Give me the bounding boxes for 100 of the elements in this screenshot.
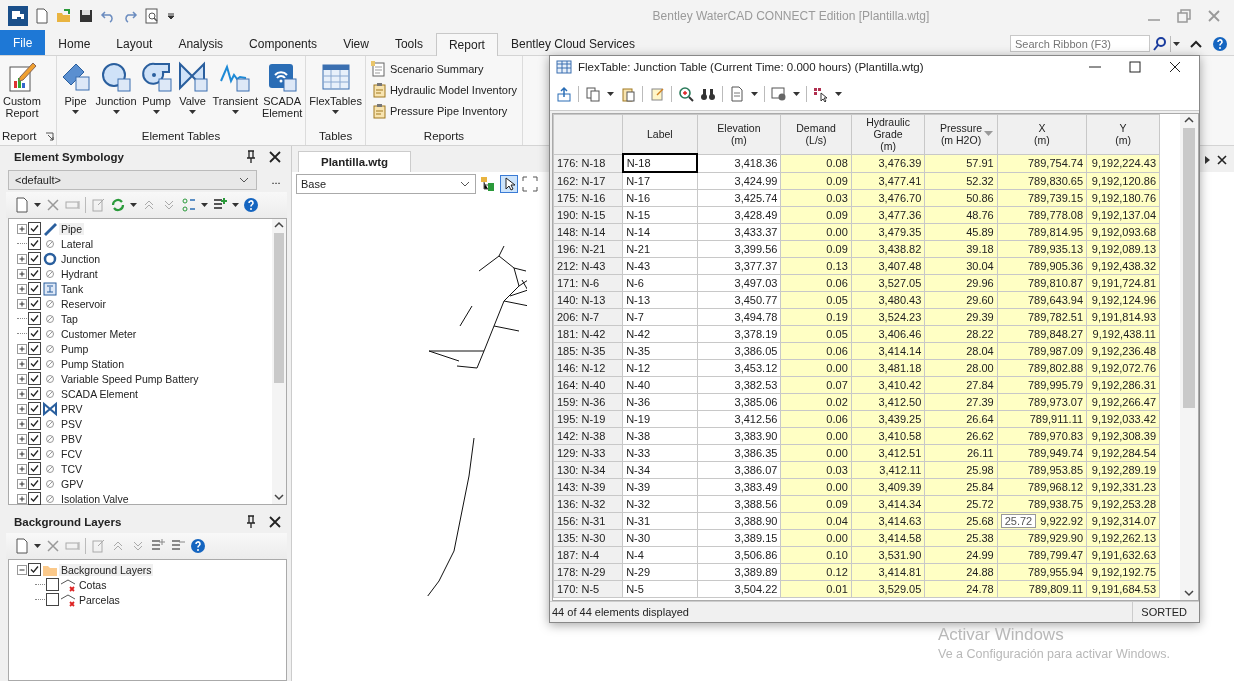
save-icon[interactable] [78, 8, 94, 24]
expand-icon[interactable] [17, 463, 27, 474]
expand-icon[interactable] [17, 253, 27, 264]
export-icon[interactable] [556, 86, 572, 102]
refresh-icon[interactable] [110, 197, 126, 213]
checkbox[interactable] [28, 297, 41, 310]
customize-icon[interactable] [166, 11, 176, 21]
column-header[interactable]: Demand (L/s) [780, 114, 852, 154]
column-header[interactable]: Y (m) [1086, 114, 1160, 154]
checkbox[interactable] [46, 593, 59, 606]
delete-icon[interactable] [45, 197, 61, 213]
column-header[interactable]: X (m) [997, 114, 1087, 154]
scenario-dropdown[interactable]: Base [296, 174, 476, 194]
checkbox[interactable] [28, 462, 41, 475]
report-page-icon[interactable] [729, 86, 745, 102]
binoculars-icon[interactable] [700, 86, 716, 102]
new-file-icon[interactable] [14, 538, 30, 554]
checkbox[interactable] [28, 252, 41, 265]
ribbon-button[interactable]: Pipe [58, 59, 93, 130]
checkbox[interactable] [28, 327, 41, 340]
search-field[interactable]: Search Ribbon (F3) [1010, 35, 1150, 52]
ribbon-button[interactable]: Transient [211, 59, 259, 130]
ribbon-button[interactable]: Valve [175, 59, 210, 130]
ribbon-button[interactable]: Scenario Summary [367, 59, 521, 79]
checkbox[interactable] [28, 222, 41, 235]
paste-icon[interactable] [620, 86, 636, 102]
tree-item[interactable]: Junction [59, 252, 103, 265]
ribbon-tab[interactable]: View [330, 32, 382, 55]
ribbon-tab[interactable]: Home [45, 32, 104, 55]
print-preview-icon[interactable] [144, 8, 160, 24]
close-icon[interactable] [1167, 59, 1183, 75]
close-icon[interactable] [1216, 154, 1228, 166]
dialog-launcher-icon[interactable] [44, 131, 54, 141]
expand-icon[interactable] [17, 223, 27, 234]
faucet-app-icon[interactable] [8, 6, 28, 26]
new-file-icon[interactable] [34, 8, 50, 24]
expand-icon[interactable] [17, 433, 27, 444]
checkbox[interactable] [28, 402, 41, 415]
expand-icon[interactable] [17, 478, 27, 489]
checkbox[interactable] [28, 477, 41, 490]
help-icon[interactable] [190, 538, 206, 554]
tree-item[interactable]: PRV [59, 402, 85, 415]
new-file-icon[interactable] [14, 197, 30, 213]
tree-item[interactable]: Background Layers [59, 563, 154, 576]
tree-item[interactable]: Pump [59, 342, 91, 355]
redo-icon[interactable] [122, 8, 138, 24]
scrollbar[interactable] [272, 219, 286, 504]
tree-item[interactable]: Pipe [59, 222, 84, 235]
ribbon-button[interactable]: FlexTables [308, 59, 363, 130]
tree-item[interactable]: Lateral [59, 237, 96, 250]
ribbon-tab[interactable]: Report [435, 33, 498, 56]
tree-item[interactable]: FCV [59, 447, 84, 460]
profile-dropdown[interactable]: <default> [8, 170, 257, 190]
expand-icon[interactable] [17, 343, 27, 354]
tree-item[interactable]: Reservoir [59, 297, 108, 310]
expand-icon[interactable] [17, 403, 27, 414]
tree-item[interactable]: SCADA Element [59, 387, 141, 400]
column-header[interactable]: Pressure (m H2O) [924, 114, 998, 154]
zoom-in-icon[interactable] [678, 86, 694, 102]
pump-icon[interactable] [140, 61, 173, 93]
checkbox[interactable] [28, 432, 41, 445]
expand-icon[interactable] [17, 448, 27, 459]
checkbox[interactable] [28, 357, 41, 370]
search-icon[interactable] [1152, 35, 1168, 52]
tree-item[interactable]: Pump Station [59, 357, 127, 370]
expand-icon[interactable] [17, 358, 27, 369]
options-icon[interactable] [771, 86, 787, 102]
select-elements-icon[interactable] [813, 86, 829, 102]
column-header[interactable]: Hydraulic Grade (m) [851, 114, 925, 154]
help-icon[interactable] [1212, 35, 1228, 52]
close-icon[interactable] [267, 514, 283, 530]
ribbon-tab[interactable]: Components [236, 32, 331, 55]
ribbon-button[interactable]: Junction [94, 59, 138, 130]
checkbox[interactable] [28, 387, 41, 400]
checkbox[interactable] [28, 447, 41, 460]
clipboard-icon[interactable] [370, 82, 387, 98]
scrollbar[interactable] [1180, 114, 1198, 600]
tree-item[interactable]: Cotas [77, 578, 109, 591]
checkbox[interactable] [28, 342, 41, 355]
tree-item[interactable]: Parcelas [77, 593, 122, 606]
checkbox[interactable] [28, 492, 41, 505]
expand-icon[interactable] [17, 268, 27, 279]
more-button[interactable]: ... [261, 173, 291, 187]
expand-icon[interactable] [17, 388, 27, 399]
scroll-right-icon[interactable] [1202, 154, 1212, 166]
checkbox[interactable] [28, 372, 41, 385]
tree-item[interactable]: Variable Speed Pump Battery [59, 372, 201, 385]
checkbox[interactable] [28, 312, 41, 325]
signal-icon[interactable] [266, 61, 299, 93]
tree-item[interactable]: GPV [59, 477, 86, 490]
expand-icon[interactable] [17, 283, 27, 294]
checkbox[interactable] [28, 237, 41, 250]
document-tab[interactable]: Plantilla.wtg [298, 151, 412, 172]
checkbox[interactable] [28, 417, 41, 430]
checkbox[interactable] [28, 267, 41, 280]
delete-icon[interactable] [45, 538, 61, 554]
checkbox[interactable] [46, 578, 59, 591]
open-folder-icon[interactable] [56, 8, 72, 24]
maximize-icon[interactable] [1127, 59, 1143, 75]
close-icon[interactable] [267, 149, 283, 165]
